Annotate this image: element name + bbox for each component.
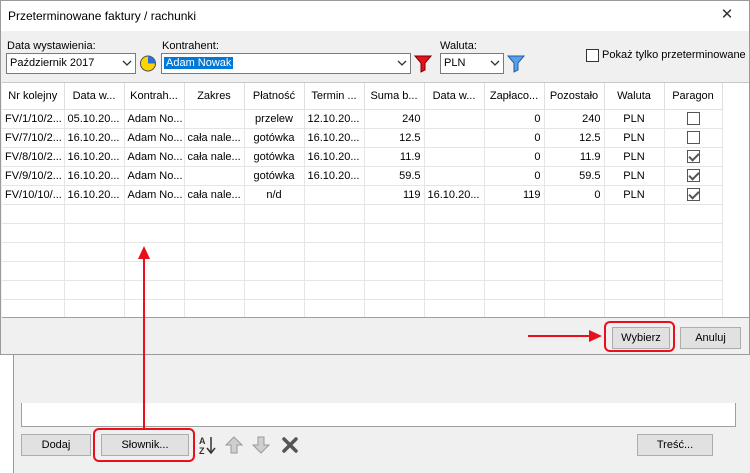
arrow-from-dictionary-button xyxy=(138,246,150,428)
arrow-to-select-button xyxy=(528,330,602,342)
screen: Dodaj Słownik... A Z Treść... Przetermin… xyxy=(0,0,750,473)
annotation-arrows xyxy=(138,246,602,428)
